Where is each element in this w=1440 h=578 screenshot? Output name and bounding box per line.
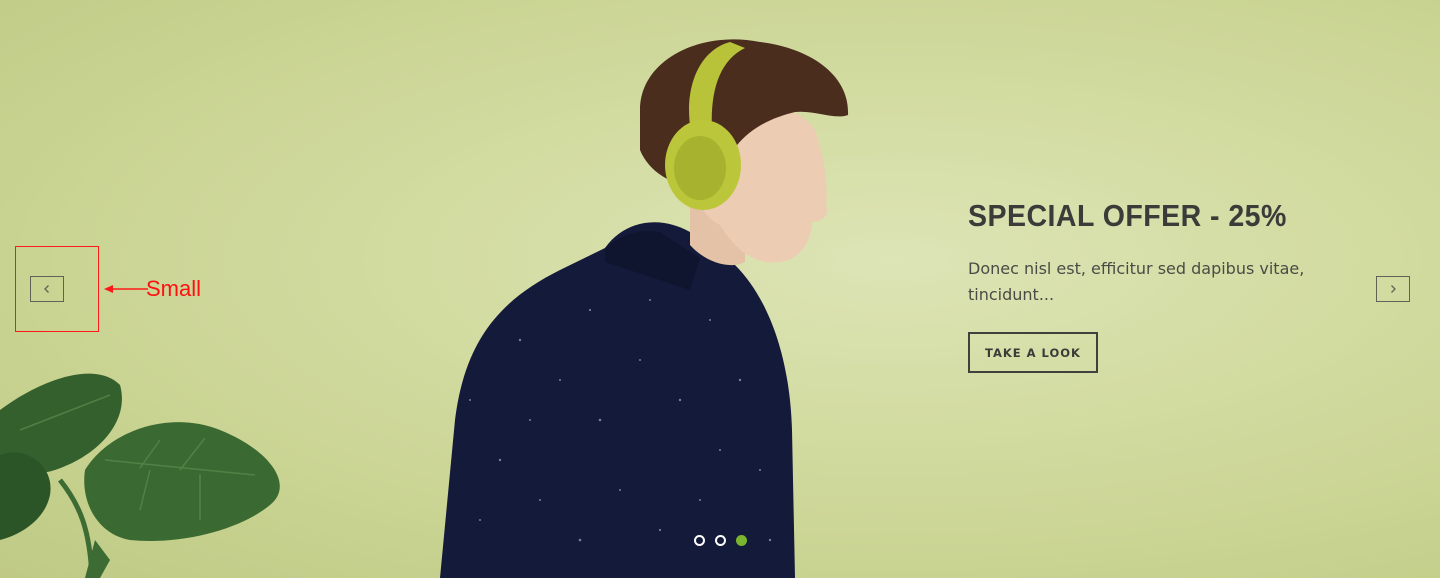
slider-pagination — [694, 535, 747, 546]
slide-title: SPECIAL OFFER - 25% — [968, 198, 1287, 233]
hero-slider: Small SPECIAL OFFER - 25% Donec nisl est… — [0, 0, 1440, 578]
slide-description: Donec nisl est, efficitur sed dapibus vi… — [968, 259, 1305, 304]
slide-caption: SPECIAL OFFER - 25% Donec nisl est, effi… — [968, 198, 1348, 373]
pagination-dot[interactable] — [715, 535, 726, 546]
shirt — [440, 222, 795, 578]
annotation-arrow-icon — [104, 285, 148, 293]
plant-leaves — [0, 373, 280, 578]
chevron-right-icon — [1391, 285, 1396, 293]
annotation-box — [15, 246, 99, 332]
pagination-dot[interactable] — [694, 535, 705, 546]
pagination-dot-active[interactable] — [736, 535, 747, 546]
next-slide-button[interactable] — [1376, 276, 1410, 302]
annotation-label: Small — [146, 276, 202, 301]
take-a-look-button[interactable]: TAKE A LOOK — [968, 332, 1098, 373]
